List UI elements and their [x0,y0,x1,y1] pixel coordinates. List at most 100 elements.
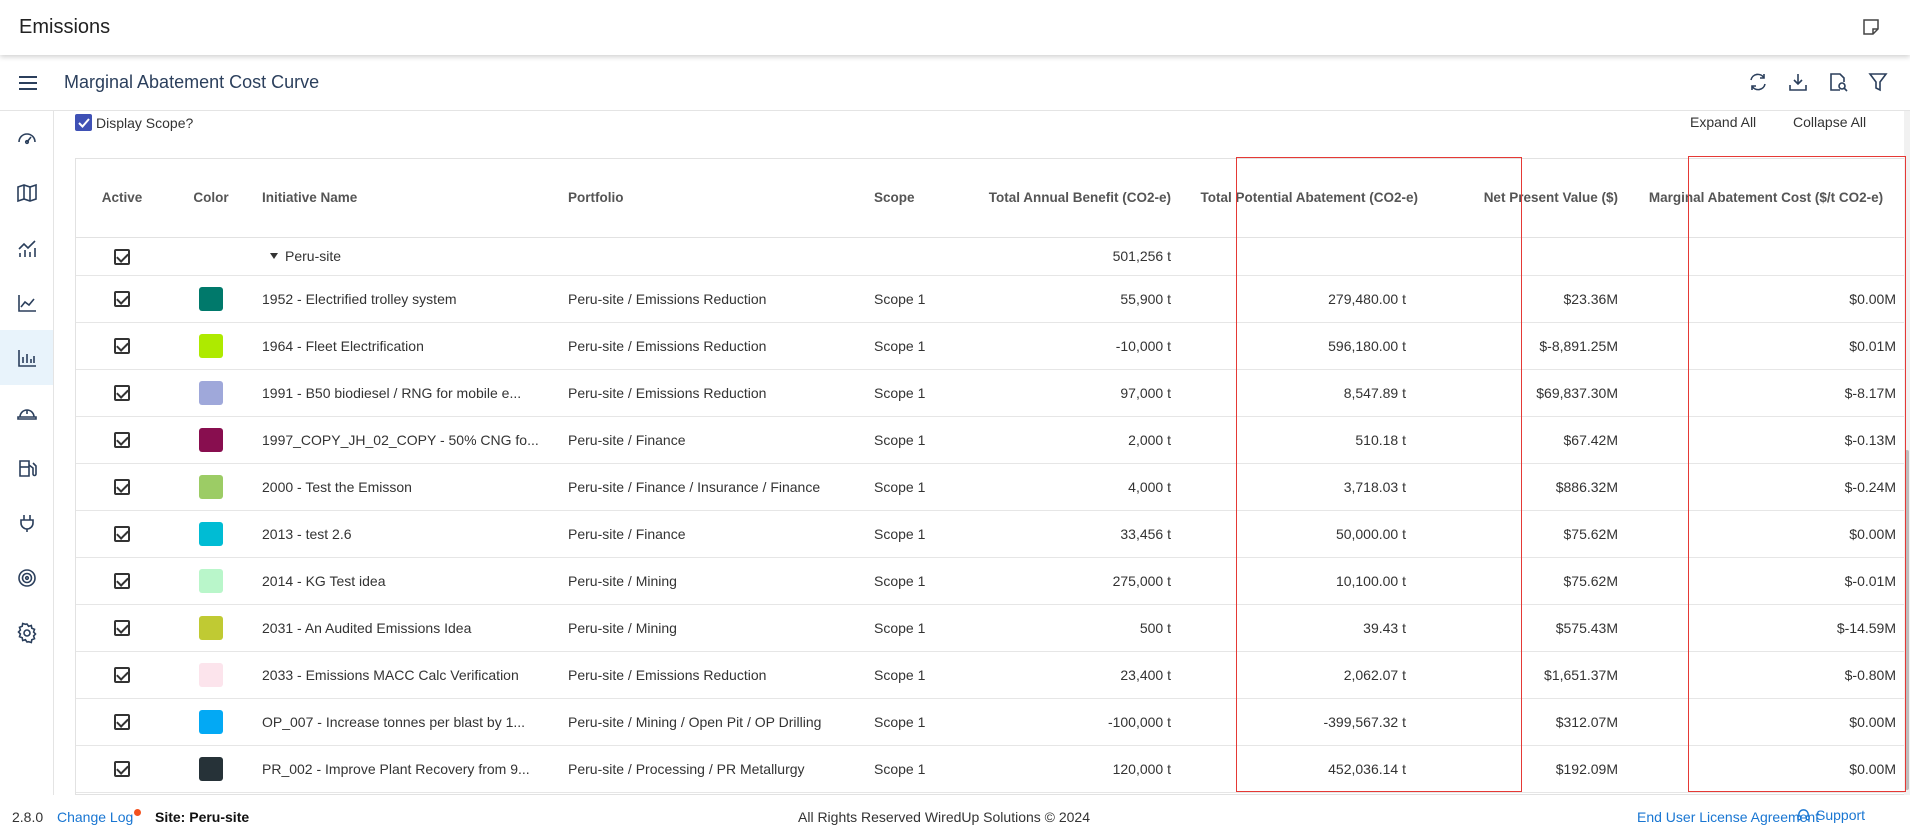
active-checkbox[interactable] [114,385,130,402]
active-checkbox[interactable] [114,714,130,731]
col-header-annual-benefit[interactable]: Total Annual Benefit (CO2-e) [959,159,1179,238]
color-swatch[interactable] [199,756,223,781]
hamburger-menu-icon[interactable] [14,69,42,97]
row-potential-abatement: 2,062.07 t [1179,651,1458,699]
row-portfolio: Peru-site / Emissions Reduction [560,322,866,370]
display-scope-label: Display Scope? [96,114,194,131]
table-row[interactable]: 2013 - test 2.6 Peru-site / Finance Scope … [76,510,1904,558]
scrollbar-thumb[interactable] [1905,450,1909,790]
row-potential-abatement: 510.18 t [1179,416,1458,464]
row-initiative-name: 1964 - Fleet Electrification [254,322,560,370]
color-swatch[interactable] [199,333,223,358]
color-swatch[interactable] [199,474,223,499]
support-link[interactable]: Support [1796,807,1865,823]
group-active-checkbox[interactable] [114,248,130,265]
row-npv: $75.62M [1458,510,1626,558]
collapse-caret-icon[interactable] [270,253,278,260]
table-row[interactable]: OP_007 - Increase tonnes per blast by 1.… [76,698,1904,746]
display-scope-toggle[interactable]: Display Scope? [75,114,193,131]
color-swatch[interactable] [199,286,223,311]
table-row[interactable]: 1991 - B50 biodiesel / RNG for mobile e.… [76,369,1904,417]
row-mac: $-0.13M [1626,416,1904,464]
active-checkbox[interactable] [114,291,130,308]
row-initiative-name: PR_002 - Improve Plant Recovery from 9..… [254,745,560,793]
search-document-icon[interactable] [1824,67,1852,97]
note-icon[interactable] [1858,14,1884,40]
table-row[interactable]: 1997_COPY_JH_02_COPY - 50% CNG fo... Peru… [76,416,1904,464]
active-checkbox[interactable] [114,479,130,496]
row-portfolio: Peru-site / Mining [560,557,866,605]
download-icon[interactable] [1784,67,1812,97]
table-row[interactable]: 2031 - An Audited Emissions Idea Peru-sit… [76,604,1904,652]
active-checkbox[interactable] [114,338,130,355]
row-mac: $0.00M [1626,698,1904,746]
plug-icon [19,514,34,532]
table-row[interactable]: 2000 - Test the Emisson Peru-site / Finan… [76,463,1904,511]
row-mac: $-0.24M [1626,463,1904,511]
sidebar-item-area-chart[interactable] [0,275,53,330]
color-swatch[interactable] [199,709,223,734]
color-swatch[interactable] [199,662,223,687]
col-header-portfolio[interactable]: Portfolio [560,159,866,238]
sidebar-item-fuel[interactable] [0,440,53,495]
sidebar-item-dashboard[interactable] [0,111,53,165]
color-swatch[interactable] [199,615,223,640]
color-swatch[interactable] [199,427,223,452]
row-portfolio: Peru-site / Finance [560,510,866,558]
row-annual-benefit: 97,000 t [959,369,1179,417]
change-log-link[interactable]: Change Log [57,809,133,825]
sidebar-item-map[interactable] [0,165,53,220]
row-portfolio: Peru-site / Mining [560,604,866,652]
col-header-potential-abatement[interactable]: Total Potential Abatement (CO2-e) [1179,159,1458,238]
sidebar-item-settings[interactable] [0,605,53,660]
active-checkbox[interactable] [114,432,130,449]
eula-link[interactable]: End User License Agreement [1637,809,1819,825]
row-potential-abatement: 10,100.00 t [1179,557,1458,605]
sidebar-item-line-chart[interactable] [0,220,53,275]
col-header-initiative[interactable]: Initiative Name [254,159,560,238]
group-annual-benefit: 501,256 t [959,237,1179,276]
copyright: All Rights Reserved WiredUp Solutions © … [798,809,1091,825]
row-color-swatch [168,698,254,746]
row-scope: Scope 1 [866,510,959,558]
filter-icon[interactable] [1864,67,1892,97]
sidebar-item-targets[interactable] [0,550,53,605]
row-active-checkbox [76,557,168,605]
main-content: Display Scope? Expand All Collapse All A… [55,111,1910,795]
row-initiative-name: 2014 - KG Test idea [254,557,560,605]
collapse-all-button[interactable]: Collapse All [1793,114,1866,130]
table-row[interactable]: 1952 - Electrified trolley system Peru-si… [76,275,1904,323]
table-row[interactable]: 2014 - KG Test idea Peru-site / Mining Sco… [76,557,1904,605]
col-header-scope[interactable]: Scope [866,159,959,238]
sidebar-item-power[interactable] [0,495,53,550]
refresh-icon[interactable] [1744,67,1772,97]
row-mac: $0.00M [1626,275,1904,323]
sidebar-item-bar-chart[interactable] [0,330,53,385]
active-checkbox[interactable] [114,620,130,637]
col-header-active[interactable]: Active [76,159,168,238]
col-header-npv[interactable]: Net Present Value ($) [1458,159,1626,238]
group-row[interactable]: Peru-site 501,256 t [76,237,1904,276]
sidebar-item-safety[interactable] [0,385,53,440]
active-checkbox[interactable] [114,761,130,778]
col-header-mac[interactable]: Marginal Abatement Cost ($/t CO2-e) [1626,159,1904,238]
active-checkbox[interactable] [114,667,130,684]
row-mac: $-8.17M [1626,369,1904,417]
row-color-swatch [168,557,254,605]
active-checkbox[interactable] [114,526,130,543]
active-checkbox[interactable] [114,573,130,590]
color-swatch[interactable] [199,568,223,593]
color-swatch[interactable] [199,380,223,405]
row-annual-benefit: -10,000 t [959,322,1179,370]
col-header-color[interactable]: Color [168,159,254,238]
table-row[interactable]: 1964 - Fleet Electrification Peru-site / … [76,322,1904,370]
color-swatch[interactable] [199,521,223,546]
table-row[interactable]: PR_002 - Improve Plant Recovery from 9..… [76,745,1904,793]
table-row[interactable]: 2033 - Emissions MACC Calc Verification P… [76,651,1904,699]
row-annual-benefit: -100,000 t [959,698,1179,746]
row-annual-benefit: 23,400 t [959,651,1179,699]
expand-all-button[interactable]: Expand All [1690,114,1756,130]
row-npv: $69,837.30M [1458,369,1626,417]
current-site: Site: Peru-site [155,809,250,825]
display-scope-checkbox[interactable] [75,114,92,131]
